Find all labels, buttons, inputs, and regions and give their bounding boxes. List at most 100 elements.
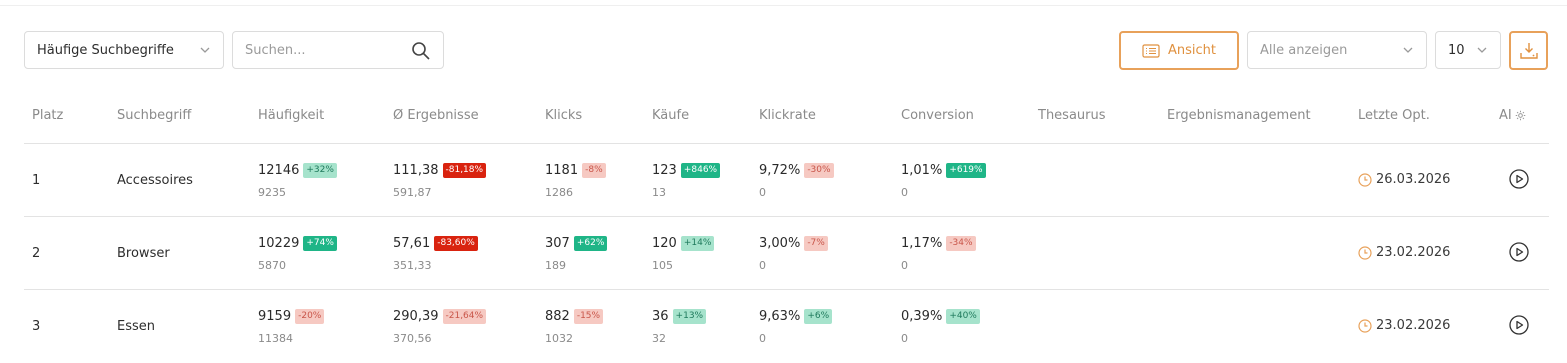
search-box <box>232 31 444 69</box>
click-rate-value: 9,63% +6% <box>759 309 833 324</box>
frequency-value: 10229 +74% <box>258 236 337 251</box>
conversion-previous: 0 <box>901 259 908 272</box>
frequency-value: 9159 -20% <box>258 309 325 324</box>
search-icon[interactable] <box>411 41 431 61</box>
search-term-cell[interactable]: Browser <box>117 246 170 261</box>
click-rate-previous: 0 <box>759 259 766 272</box>
rank-cell: 1 <box>32 173 41 188</box>
avg-results-previous: 351,33 <box>393 259 432 272</box>
column-header-klickrate[interactable]: Klickrate <box>759 108 816 123</box>
table-header: Platz Suchbegriff Häufigkeit Ø Ergebniss… <box>0 104 1567 128</box>
frequency-previous: 5870 <box>258 259 286 272</box>
column-header-thesaurus[interactable]: Thesaurus <box>1038 108 1106 123</box>
trend-badge: -83,60% <box>434 236 478 251</box>
filter-select[interactable]: Alle anzeigen <box>1247 31 1427 69</box>
download-icon <box>1519 42 1538 59</box>
trend-badge: -21,64% <box>442 309 487 324</box>
trend-badge: -15% <box>573 309 604 324</box>
frequency-previous: 9235 <box>258 186 286 199</box>
click-rate-value: 3,00% -7% <box>759 236 828 251</box>
conversion-previous: 0 <box>901 332 908 345</box>
column-header-kaeufe[interactable]: Käufe <box>652 108 689 123</box>
trend-badge: -30% <box>804 163 834 178</box>
last-optimized-date: 23.02.2026 <box>1358 318 1450 333</box>
trend-badge: +14% <box>680 236 715 251</box>
purchases-previous: 105 <box>652 259 673 272</box>
table-row[interactable]: 3 Essen 9159 -20% 11384 290,39 -21,64% 370… <box>24 289 1549 363</box>
frequency-previous: 11384 <box>258 332 293 345</box>
toolbar: Häufige Suchbegriffe Ansicht Alle anzeig… <box>0 0 1567 80</box>
last-optimized-date: 23.02.2026 <box>1358 245 1450 260</box>
avg-results-value: 111,38 -81,18% <box>393 163 487 178</box>
search-term-cell[interactable]: Accessoires <box>117 173 193 188</box>
conversion-value: 0,39% +40% <box>901 309 980 324</box>
table-row[interactable]: 1 Accessoires 12146 +32% 9235 111,38 -81,1… <box>24 143 1549 217</box>
conversion-value: 1,01% +619% <box>901 163 986 178</box>
play-icon[interactable] <box>1509 242 1529 262</box>
trend-badge: -81,18% <box>442 163 487 178</box>
clicks-previous: 1286 <box>545 186 573 199</box>
column-header-ergebnismanagement[interactable]: Ergebnismanagement <box>1167 108 1311 123</box>
column-header-klicks[interactable]: Klicks <box>545 108 582 123</box>
report-type-select[interactable]: Häufige Suchbegriffe <box>24 31 224 69</box>
play-icon[interactable] <box>1509 169 1529 189</box>
view-button[interactable]: Ansicht <box>1119 31 1239 70</box>
page-size-select[interactable]: 10 <box>1435 31 1501 69</box>
column-header-platz[interactable]: Platz <box>32 108 63 123</box>
view-button-label: Ansicht <box>1167 43 1216 58</box>
trend-badge: +846% <box>680 163 721 178</box>
column-header-ai-label: AI <box>1499 108 1512 123</box>
download-button[interactable] <box>1509 31 1548 70</box>
clicks-value: 882 -15% <box>545 309 604 324</box>
page-size-value: 10 <box>1448 42 1465 58</box>
trend-badge: +13% <box>672 309 707 324</box>
filter-select-value: Alle anzeigen <box>1260 42 1348 58</box>
trend-badge: -34% <box>946 236 976 251</box>
clicks-value: 307 +62% <box>545 236 608 251</box>
clock-icon <box>1358 172 1372 187</box>
gear-icon[interactable] <box>1515 110 1526 121</box>
column-header-haeufigkeit[interactable]: Häufigkeit <box>258 108 324 123</box>
purchases-value: 36 +13% <box>652 309 707 324</box>
rank-cell: 2 <box>32 246 41 261</box>
table-row[interactable]: 2 Browser 10229 +74% 5870 57,61 -83,60% 35… <box>24 216 1549 290</box>
trend-badge: +6% <box>804 309 833 324</box>
avg-results-previous: 370,56 <box>393 332 432 345</box>
chevron-down-icon <box>200 47 210 53</box>
search-input[interactable] <box>245 41 405 59</box>
column-header-suchbegriff[interactable]: Suchbegriff <box>117 108 191 123</box>
avg-results-previous: 591,87 <box>393 186 432 199</box>
purchases-value: 123 +846% <box>652 163 721 178</box>
list-view-icon <box>1142 43 1160 58</box>
trend-badge: +40% <box>946 309 980 324</box>
column-header-conversion[interactable]: Conversion <box>901 108 974 123</box>
trend-badge: -7% <box>804 236 828 251</box>
clicks-previous: 189 <box>545 259 566 272</box>
purchases-previous: 32 <box>652 332 666 345</box>
frequency-value: 12146 +32% <box>258 163 337 178</box>
clicks-previous: 1032 <box>545 332 573 345</box>
click-rate-previous: 0 <box>759 186 766 199</box>
play-icon[interactable] <box>1509 315 1529 335</box>
avg-results-value: 57,61 -83,60% <box>393 236 478 251</box>
column-header-ergebnisse[interactable]: Ø Ergebnisse <box>393 108 479 123</box>
purchases-value: 120 +14% <box>652 236 715 251</box>
trend-badge: -20% <box>295 309 325 324</box>
click-rate-value: 9,72% -30% <box>759 163 834 178</box>
chevron-down-icon <box>1477 47 1487 53</box>
conversion-value: 1,17% -34% <box>901 236 976 251</box>
trend-badge: +32% <box>303 163 337 178</box>
clicks-value: 1181 -8% <box>545 163 606 178</box>
rank-cell: 3 <box>32 319 41 334</box>
conversion-previous: 0 <box>901 186 908 199</box>
column-header-ai[interactable]: AI <box>1499 108 1526 123</box>
trend-badge: +74% <box>303 236 337 251</box>
clock-icon <box>1358 318 1372 333</box>
purchases-previous: 13 <box>652 186 666 199</box>
trend-badge: +619% <box>946 163 986 178</box>
chevron-down-icon <box>1403 47 1413 53</box>
clock-icon <box>1358 245 1372 260</box>
avg-results-value: 290,39 -21,64% <box>393 309 487 324</box>
search-term-cell[interactable]: Essen <box>117 319 155 334</box>
column-header-letzte-opt[interactable]: Letzte Opt. <box>1358 108 1430 123</box>
